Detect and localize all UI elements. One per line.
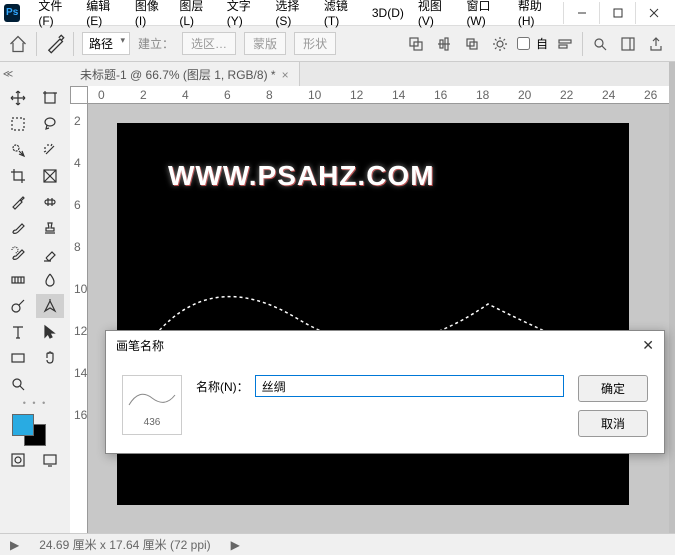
eraser-tool[interactable] xyxy=(36,242,64,266)
menubar: 文件(F)编辑(E)图像(I)图层(L)文字(Y)选择(S)滤镜(T)3D(D)… xyxy=(28,2,563,24)
window-controls xyxy=(563,2,671,24)
close-tab-icon[interactable]: × xyxy=(282,68,289,82)
canvas[interactable]: WWW.PSAHZ.COM xyxy=(88,104,669,533)
menu-item[interactable]: 图层(L) xyxy=(173,0,218,30)
options-bar: 路径 建立： 选区… 蒙版 形状 自 xyxy=(0,26,675,62)
quickmask-tool[interactable] xyxy=(4,448,32,472)
eyedropper-tool[interactable] xyxy=(4,190,32,214)
status-arrow[interactable]: ▶ xyxy=(10,538,19,552)
hand-tool[interactable] xyxy=(36,346,64,370)
close-button[interactable] xyxy=(635,2,671,24)
shape-button[interactable]: 形状 xyxy=(294,32,336,55)
gradient-tool[interactable] xyxy=(4,268,32,292)
build-label: 建立： xyxy=(138,35,174,52)
menu-item[interactable]: 3D(D) xyxy=(366,4,410,22)
path-select-tool[interactable] xyxy=(36,320,64,344)
blur-tool[interactable] xyxy=(36,268,64,292)
main-area: ≪ • • • 未标题-1 @ 66.7% (图层 xyxy=(0,62,675,533)
ruler-vertical[interactable]: 246810121416 xyxy=(70,104,88,533)
path-align-icon[interactable] xyxy=(433,33,455,55)
menu-item[interactable]: 文件(F) xyxy=(32,0,78,30)
auto-checkbox[interactable] xyxy=(517,37,530,50)
menu-item[interactable]: 窗口(W) xyxy=(460,0,509,30)
workspace-icon[interactable] xyxy=(617,33,639,55)
mask-button[interactable]: 蒙版 xyxy=(244,32,286,55)
document-area: 未标题-1 @ 66.7% (图层 1, RGB/8) *× 024681012… xyxy=(70,62,669,533)
dialog-titlebar[interactable]: 画笔名称 ✕ xyxy=(106,331,664,359)
menu-item[interactable]: 文字(Y) xyxy=(221,0,268,30)
path-mode-dropdown[interactable]: 路径 xyxy=(82,32,130,55)
path-arrange-icon[interactable] xyxy=(461,33,483,55)
dodge-tool[interactable] xyxy=(4,294,32,318)
marquee-tool[interactable] xyxy=(4,112,32,136)
document-tabs: 未标题-1 @ 66.7% (图层 1, RGB/8) *× xyxy=(70,62,669,86)
app-logo: Ps xyxy=(4,4,20,22)
zoom-tool[interactable] xyxy=(4,372,32,396)
titlebar: Ps 文件(F)编辑(E)图像(I)图层(L)文字(Y)选择(S)滤镜(T)3D… xyxy=(0,0,675,26)
minimize-button[interactable] xyxy=(563,2,599,24)
collapse-left-icon[interactable]: ≪ xyxy=(0,66,16,82)
align-edges-icon[interactable] xyxy=(554,33,576,55)
maximize-button[interactable] xyxy=(599,2,635,24)
home-icon[interactable] xyxy=(8,34,28,54)
brush-preview: 436 xyxy=(122,375,182,435)
share-icon[interactable] xyxy=(645,33,667,55)
menu-item[interactable]: 图像(I) xyxy=(129,0,172,30)
pen-tool[interactable] xyxy=(36,294,64,318)
watermark-text: WWW.PSAHZ.COM xyxy=(168,160,435,192)
quick-select-tool[interactable] xyxy=(4,138,32,162)
menu-item[interactable]: 帮助(H) xyxy=(512,0,559,30)
magic-wand-tool[interactable] xyxy=(36,138,64,162)
ruler-horizontal[interactable]: 02468101214161820222426 xyxy=(88,86,669,104)
brush-name-input[interactable] xyxy=(255,375,564,397)
screenmode-tool[interactable] xyxy=(36,448,64,472)
menu-item[interactable]: 滤镜(T) xyxy=(318,0,364,30)
status-arrow2[interactable]: ▶ xyxy=(231,538,240,552)
lasso-tool[interactable] xyxy=(36,112,64,136)
selection-button[interactable]: 选区… xyxy=(182,32,236,55)
document-tab[interactable]: 未标题-1 @ 66.7% (图层 1, RGB/8) *× xyxy=(70,62,300,87)
status-dimensions: 24.69 厘米 x 17.64 厘米 (72 ppi) xyxy=(39,536,210,553)
tools-panel: • • • xyxy=(0,62,70,533)
ruler-corner xyxy=(70,86,88,104)
name-label: 名称(N)： xyxy=(196,378,249,395)
cancel-button[interactable]: 取消 xyxy=(578,410,648,437)
artboard-tool[interactable] xyxy=(36,86,64,110)
crop-tool[interactable] xyxy=(4,164,32,188)
ok-button[interactable]: 确定 xyxy=(578,375,648,402)
search-icon[interactable] xyxy=(589,33,611,55)
foreground-color[interactable] xyxy=(12,414,34,436)
brush-name-dialog: 画笔名称 ✕ 436 名称(N)： 确定 取消 xyxy=(105,330,665,454)
brush-size-label: 436 xyxy=(144,417,161,428)
auto-label: 自 xyxy=(536,35,548,52)
dialog-close-icon[interactable]: ✕ xyxy=(642,337,654,354)
type-tool[interactable] xyxy=(4,320,32,344)
gear-icon[interactable] xyxy=(489,33,511,55)
statusbar: ▶ 24.69 厘米 x 17.64 厘米 (72 ppi) ▶ xyxy=(0,533,675,555)
brush-tool[interactable] xyxy=(4,216,32,240)
frame-tool[interactable] xyxy=(36,164,64,188)
right-panel-collapsed[interactable] xyxy=(669,62,675,533)
stamp-tool[interactable] xyxy=(36,216,64,240)
path-combine-icon[interactable] xyxy=(405,33,427,55)
rectangle-tool[interactable] xyxy=(4,346,32,370)
color-swatches[interactable] xyxy=(4,414,66,446)
dialog-title: 画笔名称 xyxy=(116,337,164,354)
menu-item[interactable]: 选择(S) xyxy=(269,0,316,30)
move-tool[interactable] xyxy=(4,86,32,110)
menu-item[interactable]: 视图(V) xyxy=(412,0,459,30)
pen-tool-icon[interactable] xyxy=(45,34,65,54)
tools-more[interactable]: • • • xyxy=(4,398,66,408)
menu-item[interactable]: 编辑(E) xyxy=(80,0,127,30)
history-brush-tool[interactable] xyxy=(4,242,32,266)
spot-heal-tool[interactable] xyxy=(36,190,64,214)
